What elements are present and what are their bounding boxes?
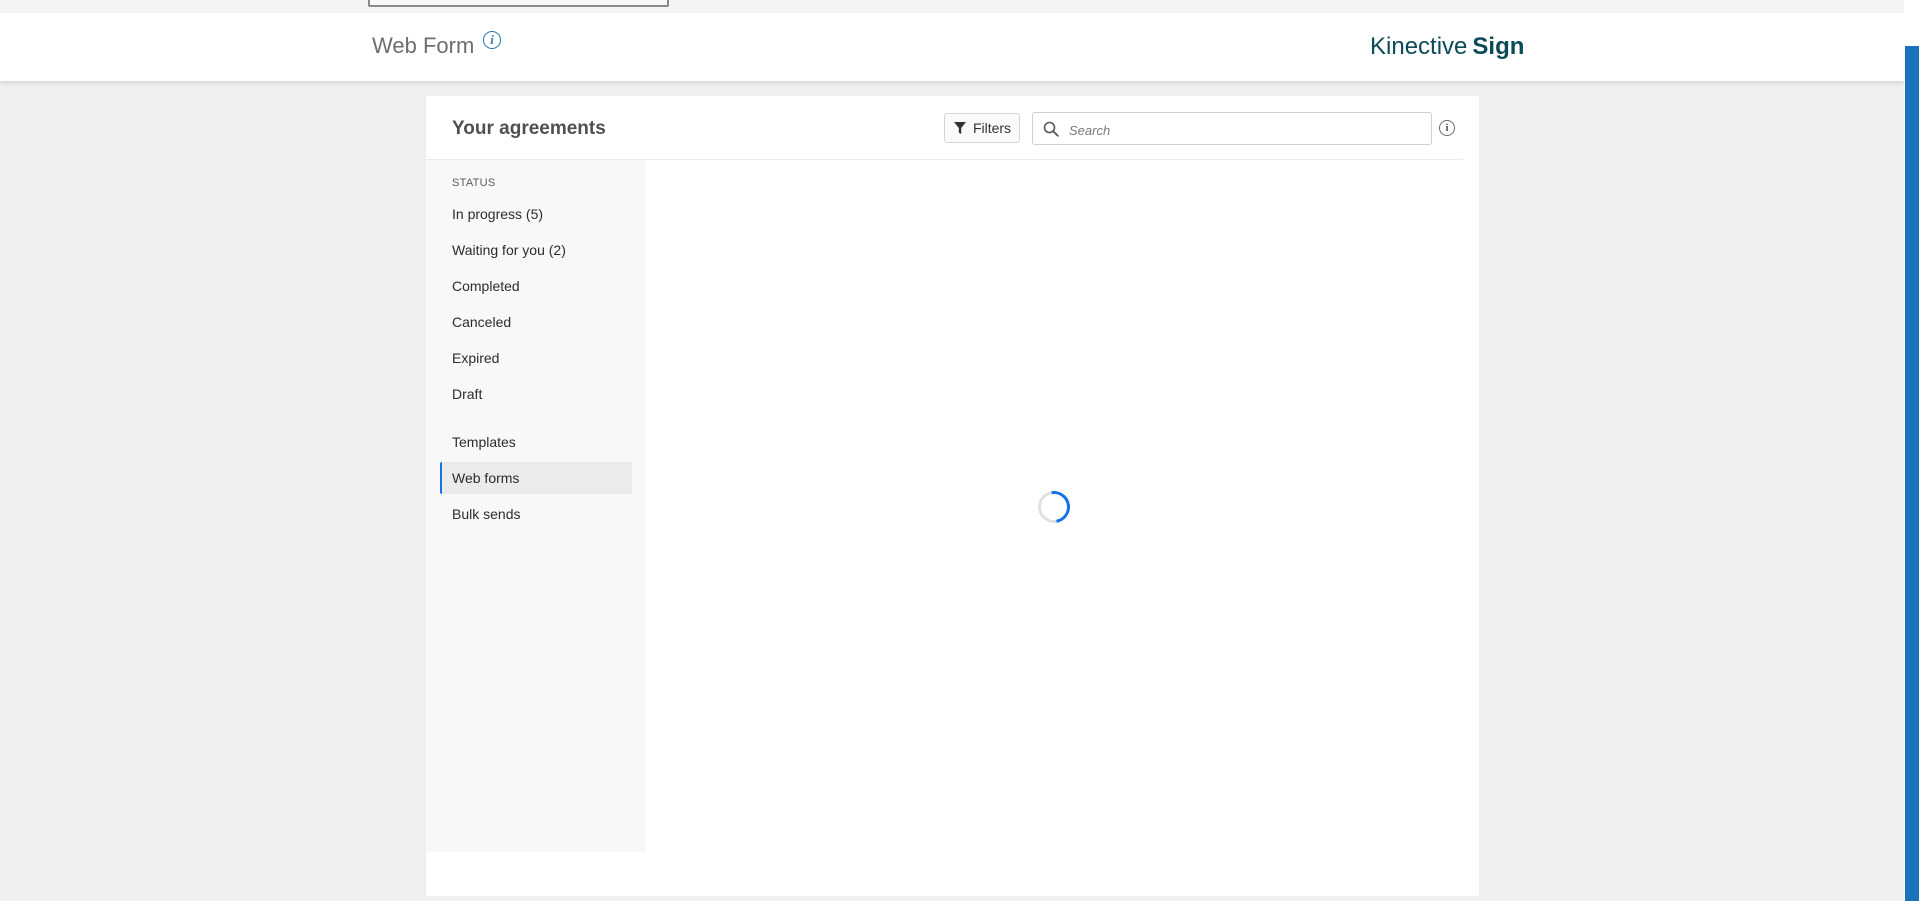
search-icon — [1043, 121, 1059, 137]
app-header: Web Form i Kinective Sign — [0, 13, 1904, 81]
brand-name-bold: Sign — [1472, 33, 1525, 60]
sidebar-item-completed[interactable]: Completed — [440, 270, 632, 302]
sidebar-item-canceled[interactable]: Canceled — [440, 306, 632, 338]
sidebar-item-in-progress[interactable]: In progress (5) — [440, 198, 632, 230]
status-sidebar: STATUS In progress (5) Waiting for you (… — [426, 160, 646, 852]
sidebar-item-draft[interactable]: Draft — [440, 378, 632, 410]
status-heading: STATUS — [452, 177, 496, 189]
search-box[interactable] — [1032, 112, 1432, 145]
sidebar-item-expired[interactable]: Expired — [440, 342, 632, 374]
sidebar-item-waiting-for-you[interactable]: Waiting for you (2) — [440, 234, 632, 266]
brand-name-light: Kinective — [1370, 33, 1468, 60]
top-strip — [0, 0, 1904, 13]
agreements-card: Your agreements Filters i STATUS In prog… — [426, 96, 1479, 896]
info-icon[interactable]: i — [483, 31, 501, 49]
search-input[interactable] — [1067, 118, 1421, 142]
brand-logo: Kinective Sign — [1370, 33, 1524, 61]
scrollbar-thumb[interactable] — [1905, 46, 1919, 901]
top-tab-outline[interactable] — [368, 0, 669, 7]
filters-button[interactable]: Filters — [944, 113, 1020, 143]
card-header: Your agreements Filters i — [426, 96, 1463, 160]
search-info-icon[interactable]: i — [1439, 120, 1455, 136]
filters-label: Filters — [972, 120, 1012, 136]
card-title: Your agreements — [452, 118, 606, 139]
sidebar-item-bulk-sends[interactable]: Bulk sends — [440, 498, 632, 530]
sidebar-item-templates[interactable]: Templates — [440, 426, 632, 458]
page-title: Web Form — [372, 33, 475, 58]
sidebar-item-web-forms[interactable]: Web forms — [440, 462, 632, 494]
filter-icon — [953, 122, 966, 134]
